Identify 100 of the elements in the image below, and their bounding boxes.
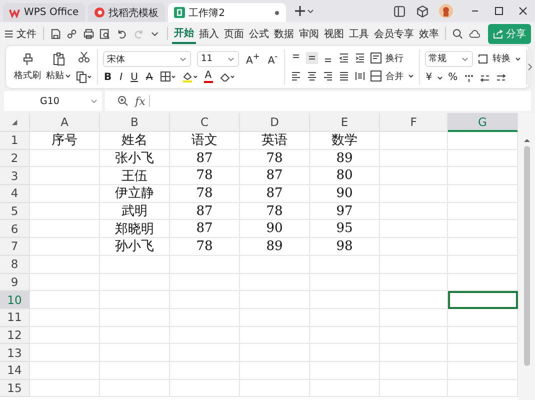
column-header[interactable]: F bbox=[380, 113, 448, 132]
merge-cells-button[interactable]: 合并 bbox=[386, 70, 404, 82]
number-format-select[interactable]: 常规 bbox=[424, 50, 473, 66]
ribbon-tab[interactable]: 数据 bbox=[272, 24, 296, 42]
wrap-text-button[interactable]: 换行 bbox=[386, 52, 404, 64]
close-tab-icon[interactable] bbox=[274, 10, 280, 16]
column-header[interactable]: D bbox=[240, 113, 310, 132]
font-color-button[interactable]: A bbox=[204, 71, 213, 83]
caret-icon[interactable] bbox=[514, 56, 521, 62]
font-name-select[interactable]: 宋体 bbox=[103, 51, 191, 67]
row-header[interactable]: 11 bbox=[0, 308, 30, 327]
format-painter-icon[interactable] bbox=[20, 52, 34, 66]
justify-icon[interactable] bbox=[338, 70, 350, 82]
function-label[interactable]: fx bbox=[135, 94, 146, 108]
ribbon-tab[interactable]: 效率 bbox=[416, 24, 441, 42]
decrease-decimal-icon[interactable] bbox=[494, 72, 507, 84]
font-size-select[interactable]: 11 bbox=[197, 51, 239, 67]
ribbon-tab[interactable]: 视图 bbox=[322, 24, 346, 42]
copy-icon[interactable] bbox=[76, 71, 92, 83]
row-header[interactable]: 12 bbox=[0, 326, 30, 344]
paste-button[interactable]: 粘贴 bbox=[46, 69, 64, 82]
menu-icon[interactable] bbox=[4, 28, 14, 38]
row-header[interactable]: 1 bbox=[0, 132, 30, 150]
align-right-icon[interactable] bbox=[322, 70, 334, 82]
align-middle-icon[interactable] bbox=[306, 52, 318, 64]
caret-icon[interactable] bbox=[65, 72, 71, 78]
zoom-icon[interactable] bbox=[117, 95, 129, 107]
print-icon[interactable] bbox=[82, 28, 94, 40]
row-header[interactable]: 9 bbox=[0, 274, 30, 292]
distributed-align-icon[interactable] bbox=[354, 70, 366, 82]
font-style-button[interactable]: B bbox=[103, 72, 113, 82]
row-header[interactable]: 8 bbox=[0, 256, 30, 274]
border-icon[interactable] bbox=[160, 71, 176, 83]
font-style-button[interactable]: U bbox=[130, 72, 139, 82]
row-header[interactable]: 13 bbox=[0, 344, 30, 362]
row-header[interactable]: 4 bbox=[0, 185, 30, 203]
row-header[interactable]: 5 bbox=[0, 202, 30, 220]
percent-button[interactable]: % bbox=[447, 72, 459, 83]
fill-color-icon[interactable] bbox=[182, 71, 198, 83]
print-preview-icon[interactable] bbox=[99, 28, 112, 40]
column-header[interactable]: C bbox=[170, 113, 240, 132]
row-header[interactable]: 15 bbox=[0, 380, 30, 398]
search-icon[interactable] bbox=[452, 28, 464, 40]
eraser-icon[interactable] bbox=[218, 71, 235, 83]
avatar-icon[interactable] bbox=[439, 4, 453, 18]
link-icon[interactable] bbox=[66, 28, 78, 40]
document-tab[interactable]: 找稻壳模板 bbox=[88, 3, 165, 22]
font-style-button[interactable]: I bbox=[118, 72, 124, 82]
column-header[interactable]: E bbox=[310, 113, 380, 132]
ribbon-tab[interactable]: 会员专享 bbox=[372, 24, 416, 42]
row-header[interactable]: 3 bbox=[0, 167, 30, 186]
table-cell: 伊立静 bbox=[100, 185, 170, 203]
formula-input[interactable]: fx bbox=[105, 91, 531, 111]
scroll-up-icon[interactable] bbox=[522, 137, 530, 143]
font-style-button[interactable]: A bbox=[144, 72, 154, 82]
align-center-icon[interactable] bbox=[306, 70, 318, 82]
decrease-indent-icon[interactable] bbox=[338, 52, 350, 64]
cloud-icon[interactable] bbox=[469, 28, 482, 40]
cube-icon[interactable] bbox=[416, 4, 429, 18]
ribbon-tab[interactable]: 审阅 bbox=[296, 24, 321, 42]
row-header[interactable]: 7 bbox=[0, 238, 30, 256]
document-tab[interactable]: WPS Office bbox=[3, 3, 85, 22]
increase-indent-icon[interactable] bbox=[354, 52, 366, 64]
ribbon-tab[interactable]: 页面 bbox=[222, 24, 246, 42]
convert-icon[interactable] bbox=[476, 52, 489, 64]
table-cell bbox=[30, 185, 100, 203]
document-tab[interactable]: 工作簿2 bbox=[168, 3, 286, 22]
row-header[interactable]: 6 bbox=[0, 220, 30, 238]
convert-button[interactable]: 转换 bbox=[492, 52, 511, 65]
currency-button[interactable]: ¥ bbox=[424, 72, 434, 83]
scissors-icon[interactable] bbox=[76, 51, 92, 63]
column-header[interactable]: G bbox=[448, 113, 518, 132]
clipboard-icon[interactable] bbox=[52, 52, 66, 66]
column-header[interactable]: B bbox=[100, 113, 170, 132]
undo-icon[interactable] bbox=[116, 28, 128, 40]
ribbon-tab[interactable]: 插入 bbox=[196, 24, 221, 42]
save-icon[interactable] bbox=[50, 28, 62, 40]
maximize-icon[interactable] bbox=[493, 5, 505, 17]
caret-icon[interactable] bbox=[408, 73, 414, 79]
name-box[interactable]: G10 bbox=[4, 91, 102, 111]
decrease-font-button[interactable]: A$^{-}$ bbox=[266, 51, 279, 67]
file-menu[interactable]: 文件 bbox=[14, 24, 39, 42]
caret-icon[interactable] bbox=[437, 74, 444, 80]
format-painter-button[interactable]: 格式刷 bbox=[14, 69, 41, 82]
increase-font-button[interactable]: A$^{+}$ bbox=[245, 51, 261, 67]
merge-cells-icon[interactable] bbox=[370, 70, 382, 82]
ribbon-tab[interactable]: 公式 bbox=[246, 24, 271, 42]
ribbon-tab[interactable]: 工具 bbox=[346, 24, 371, 42]
layout-icon[interactable] bbox=[393, 4, 406, 18]
vertical-scrollbar[interactable] bbox=[518, 113, 535, 400]
active-cell[interactable] bbox=[448, 291, 518, 309]
row-header[interactable]: 14 bbox=[0, 362, 30, 380]
align-left-icon[interactable] bbox=[290, 70, 302, 82]
column-header[interactable]: A bbox=[30, 113, 100, 132]
row-header[interactable]: 2 bbox=[0, 150, 30, 168]
wrap-text-icon[interactable] bbox=[370, 52, 382, 64]
close-icon[interactable] bbox=[517, 5, 529, 17]
new-tab-icon[interactable] bbox=[294, 5, 314, 17]
ribbon-tab[interactable]: 开始 bbox=[172, 24, 196, 44]
row-header[interactable]: 10 bbox=[0, 291, 30, 309]
